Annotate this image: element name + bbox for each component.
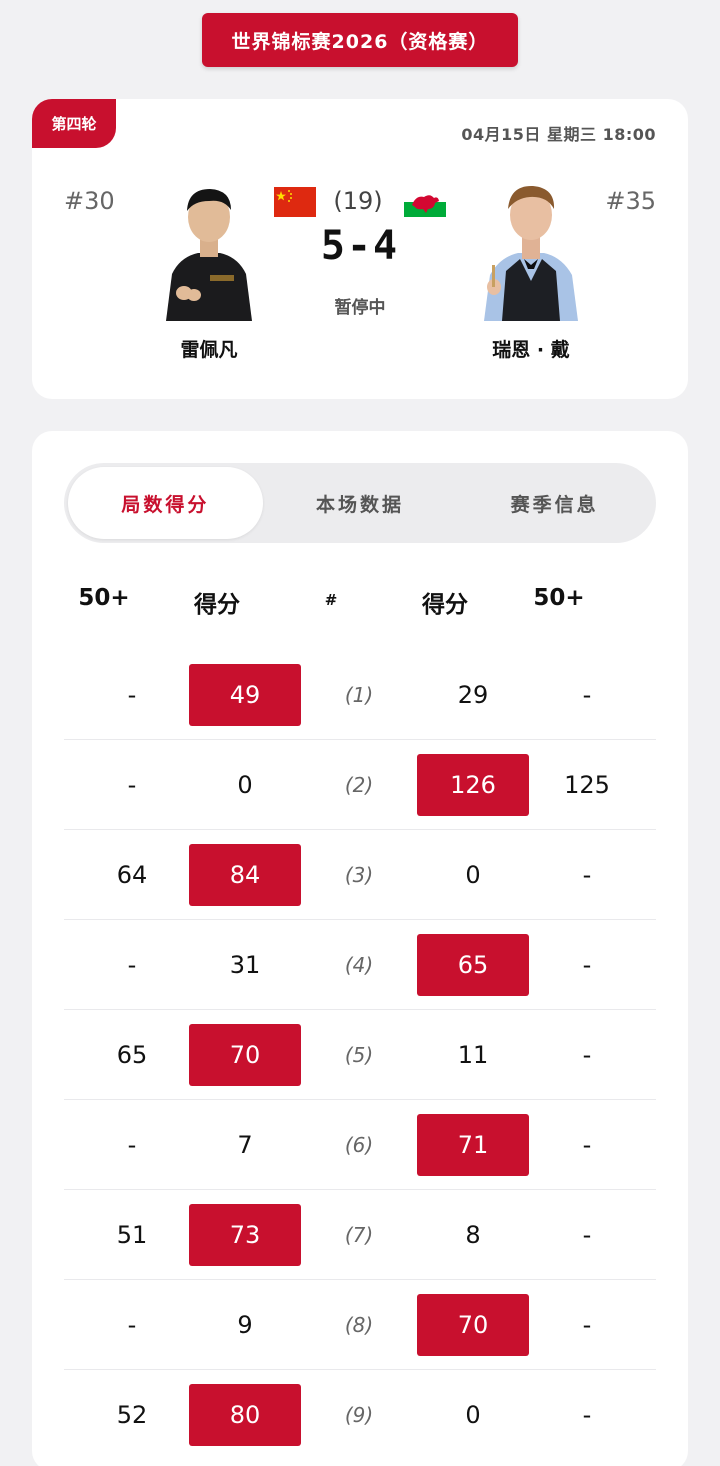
left-score: 80 bbox=[189, 1384, 301, 1446]
table-row: - 9 (8) 70 - bbox=[64, 1280, 656, 1370]
frame-scores-table: - 49 (1) 29 - - 0 (2) 126 125 64 84 (3) … bbox=[64, 650, 656, 1460]
china-flag-icon bbox=[274, 187, 316, 217]
match-card[interactable]: 第四轮 04月15日 星期三 18:00 #30 #35 雷佩凡 瑞恩 · 戴 … bbox=[32, 99, 688, 399]
header-left-score: 得分 bbox=[194, 592, 240, 618]
right-score: 65 bbox=[417, 934, 529, 996]
left-break: 64 bbox=[116, 861, 148, 889]
left-break: 51 bbox=[116, 1221, 148, 1249]
right-score: 0 bbox=[465, 1401, 481, 1429]
right-break: - bbox=[582, 1041, 592, 1069]
round-badge: 第四轮 bbox=[32, 99, 116, 148]
right-score: 126 bbox=[417, 754, 529, 816]
table-row: - 7 (6) 71 - bbox=[64, 1100, 656, 1190]
right-score: 11 bbox=[457, 1041, 489, 1069]
tab-frame-scores[interactable]: 局数得分 bbox=[68, 467, 263, 539]
table-row: 64 84 (3) 0 - bbox=[64, 830, 656, 920]
left-player-photo[interactable] bbox=[158, 179, 260, 321]
frame-number: (4) bbox=[344, 953, 374, 977]
frame-number: (9) bbox=[344, 1403, 374, 1427]
frame-number: (6) bbox=[344, 1133, 374, 1157]
left-score: 49 bbox=[189, 664, 301, 726]
right-break: - bbox=[582, 1311, 592, 1339]
right-break: - bbox=[582, 681, 592, 709]
right-player-seed: #35 bbox=[605, 187, 656, 215]
frame-number: (8) bbox=[344, 1313, 374, 1337]
table-row: - 31 (4) 65 - bbox=[64, 920, 656, 1010]
header-right-breaks: 50+ bbox=[533, 585, 585, 611]
match-score: 5-4 bbox=[320, 223, 400, 269]
right-break: - bbox=[582, 1131, 592, 1159]
left-player-name[interactable]: 雷佩凡 bbox=[129, 335, 289, 362]
left-score: 7 bbox=[237, 1131, 253, 1159]
frame-number: (1) bbox=[344, 683, 374, 707]
left-break: - bbox=[127, 1311, 137, 1339]
header-left-breaks: 50+ bbox=[78, 585, 130, 611]
right-break: - bbox=[582, 1401, 592, 1429]
frame-number: (7) bbox=[344, 1223, 374, 1247]
table-row: - 49 (1) 29 - bbox=[64, 650, 656, 740]
left-break: - bbox=[127, 951, 137, 979]
left-score: 0 bbox=[237, 771, 253, 799]
header-right-score: 得分 bbox=[422, 592, 468, 618]
tab-bar: 局数得分 本场数据 赛季信息 bbox=[64, 463, 656, 543]
frames-total: (19) bbox=[333, 187, 383, 215]
frame-number: (3) bbox=[344, 863, 374, 887]
table-header: 50+ 得分 # 得分 50+ bbox=[64, 585, 656, 629]
right-score: 8 bbox=[465, 1221, 481, 1249]
right-player-name[interactable]: 瑞恩 · 戴 bbox=[451, 335, 611, 362]
left-break: - bbox=[127, 681, 137, 709]
right-player-photo[interactable] bbox=[480, 179, 582, 321]
left-break: 65 bbox=[116, 1041, 148, 1069]
table-row: 65 70 (5) 11 - bbox=[64, 1010, 656, 1100]
right-score: 0 bbox=[465, 861, 481, 889]
left-break: 52 bbox=[116, 1401, 148, 1429]
frame-number: (5) bbox=[344, 1043, 374, 1067]
frame-scores-card: 局数得分 本场数据 赛季信息 50+ 得分 # 得分 50+ - 49 (1) … bbox=[32, 431, 688, 1466]
left-score: 9 bbox=[237, 1311, 253, 1339]
right-break: - bbox=[582, 951, 592, 979]
table-row: 51 73 (7) 8 - bbox=[64, 1190, 656, 1280]
table-row: 52 80 (9) 0 - bbox=[64, 1370, 656, 1460]
left-score: 73 bbox=[189, 1204, 301, 1266]
tab-season-info[interactable]: 赛季信息 bbox=[457, 467, 652, 539]
left-break: - bbox=[127, 771, 137, 799]
match-datetime: 04月15日 星期三 18:00 bbox=[461, 125, 656, 144]
right-score: 70 bbox=[417, 1294, 529, 1356]
match-status: 暂停中 bbox=[334, 298, 386, 318]
tournament-title: 世界锦标赛2026（资格赛） bbox=[202, 13, 518, 67]
left-break: - bbox=[127, 1131, 137, 1159]
right-break: 125 bbox=[564, 771, 610, 799]
right-break: - bbox=[582, 1221, 592, 1249]
right-break: - bbox=[582, 861, 592, 889]
table-row: - 0 (2) 126 125 bbox=[64, 740, 656, 830]
left-player-seed: #30 bbox=[64, 187, 115, 215]
left-score: 31 bbox=[229, 951, 261, 979]
frame-number: (2) bbox=[344, 773, 374, 797]
left-score: 70 bbox=[189, 1024, 301, 1086]
tab-match-stats[interactable]: 本场数据 bbox=[263, 467, 458, 539]
left-score: 84 bbox=[189, 844, 301, 906]
header-frame-number: # bbox=[324, 591, 338, 609]
right-score: 29 bbox=[457, 681, 489, 709]
right-score: 71 bbox=[417, 1114, 529, 1176]
wales-flag-icon bbox=[404, 187, 446, 217]
